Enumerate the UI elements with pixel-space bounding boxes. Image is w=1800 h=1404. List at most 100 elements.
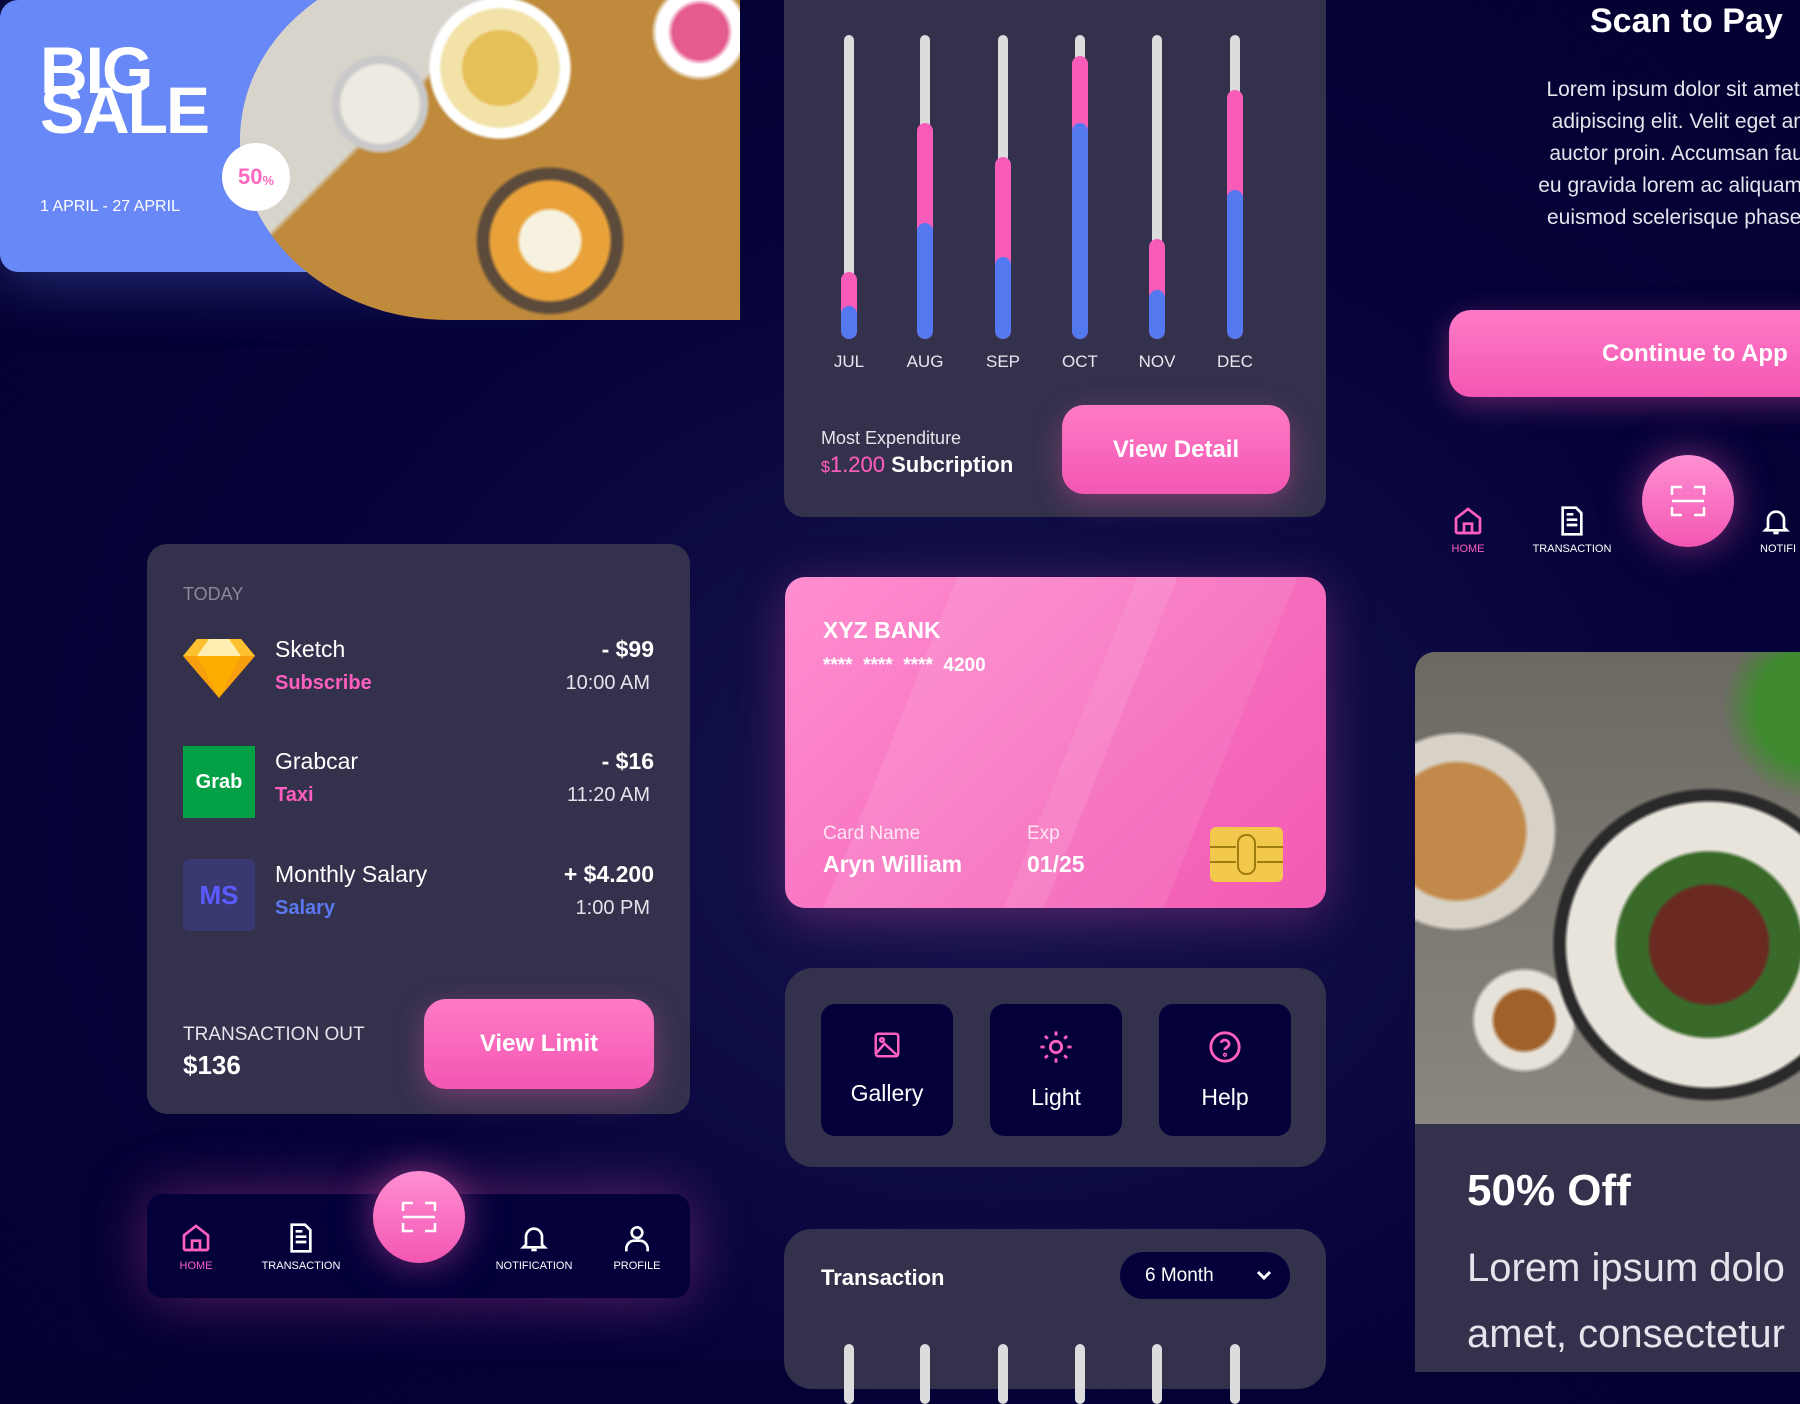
transaction-amount: - $99 (601, 636, 654, 662)
help-label: Help (1201, 1084, 1249, 1110)
transaction-name: Monthly Salary (275, 861, 428, 887)
card-number: **** **** **** 4200 (823, 655, 986, 676)
gallery-button[interactable]: Gallery (821, 1004, 953, 1136)
nav-label: NOTIFICATION (495, 1260, 573, 1272)
description-line: adipiscing elit. Velit eget amet (1551, 110, 1800, 133)
document-icon (1561, 506, 1583, 536)
food-photo (1415, 652, 1800, 1124)
month-label: NOV (1138, 352, 1176, 371)
transaction-time: 10:00 AM (565, 672, 650, 694)
view-detail-button[interactable]: View Detail (1062, 405, 1290, 494)
month-label: JUL (833, 352, 865, 371)
light-button[interactable]: Light (990, 1004, 1122, 1136)
transaction-amount: - $16 (601, 748, 654, 774)
card-name-label: Card Name (823, 823, 921, 844)
nav-label: NOTIFI (1760, 543, 1797, 555)
food-photo (240, 0, 740, 320)
expenditure-chart-card: JUL AUG SEP OCT NOV DEC Most Expenditure $1.2… (784, 0, 1326, 517)
ms-avatar-icon: MS (183, 859, 255, 931)
discount-badge: 50% (222, 143, 290, 211)
transaction-row[interactable]: Sketch Subscribe - $99 10:00 AM (183, 634, 654, 706)
bar-nov-segment-0[interactable] (1149, 290, 1165, 339)
transaction-category: Taxi (275, 784, 314, 806)
promo-title-line2: SALE (40, 73, 210, 147)
bar-dec-segment-0[interactable] (1227, 190, 1243, 339)
bank-card[interactable]: XYZ BANK **** **** **** 4200 Card Name A… (785, 577, 1326, 908)
scan-button[interactable] (373, 1171, 465, 1263)
chip-icon (1210, 827, 1283, 882)
sun-icon (1040, 1031, 1072, 1063)
transaction-bar-track (998, 1344, 1008, 1404)
big-sale-banner[interactable]: BIG SALE 50% 1 APRIL - 27 APRIL (0, 0, 740, 320)
offer-card[interactable]: 50% Off Lorem ipsum dolo amet, consectet… (1415, 652, 1800, 1372)
description-line: eu gravida lorem ac aliquam sap (1538, 174, 1800, 197)
user-icon (625, 1226, 649, 1252)
scan-icon (401, 1201, 437, 1233)
discount-unit: % (262, 172, 275, 188)
nav-notification[interactable]: NOTIFICATION (484, 1222, 584, 1272)
home-icon (1454, 507, 1482, 535)
sketch-logo-icon (183, 639, 255, 698)
nav-transaction[interactable]: TRANSACTION (251, 1222, 351, 1272)
month-label: SEP (985, 352, 1021, 371)
transaction-amount: + $4.200 (563, 861, 654, 887)
scan-icon (1670, 485, 1706, 517)
bar-jul-segment-0[interactable] (841, 305, 857, 339)
nav-label: TRANSACTION (261, 1260, 341, 1272)
month-label: AUG (906, 352, 944, 371)
nav-label: HOME (179, 1260, 213, 1272)
scan-to-pay-screen: Scan to Pay Lorem ipsum dolor sit amet, … (1440, 0, 1800, 600)
transaction-row[interactable]: MS Monthly Salary Salary + $4.200 1:00 P… (183, 859, 654, 931)
transaction-title: Transaction (821, 1265, 945, 1290)
today-transactions-card: TODAY Sketch Subscribe - $99 10:00 AM Gr… (147, 544, 690, 1114)
transaction-out-label: TRANSACTION OUT (183, 1024, 365, 1045)
description-line: euismod scelerisque phasellus (1547, 206, 1800, 229)
continue-to-app-button[interactable]: Continue to App (1449, 310, 1800, 397)
transaction-name: Sketch (275, 636, 346, 662)
nav-label: TRANSACTION (1532, 543, 1612, 555)
bottom-nav-bar: HOME TRANSACTION NOTIFICATION PROFILE (146, 1171, 690, 1298)
nav-label: HOME (1451, 543, 1485, 555)
offer-text-line: Lorem ipsum dolo (1467, 1246, 1785, 1290)
currency-symbol: $ (821, 459, 830, 476)
bar-sep-segment-0[interactable] (995, 256, 1011, 339)
scan-button[interactable] (1642, 455, 1734, 547)
bell-icon (520, 1227, 548, 1252)
nav-profile[interactable]: PROFILE (587, 1222, 687, 1272)
today-heading: TODAY (183, 584, 244, 604)
nav-home[interactable]: HOME (1418, 505, 1518, 555)
nav-home[interactable]: HOME (146, 1222, 246, 1272)
promo-dates: 1 APRIL - 27 APRIL (40, 198, 180, 215)
period-dropdown[interactable]: 6 Month (1120, 1252, 1290, 1299)
light-label: Light (1031, 1084, 1081, 1110)
expenditure-category: Subcription (891, 452, 1014, 477)
card-holder-name: Aryn William (823, 851, 963, 877)
view-limit-button[interactable]: View Limit (424, 999, 654, 1089)
offer-text-line: amet, consectetur (1467, 1312, 1785, 1356)
transaction-out-value: $136 (183, 1050, 241, 1080)
description-line: Lorem ipsum dolor sit amet, co (1546, 78, 1800, 101)
nav-transaction[interactable]: TRANSACTION (1522, 505, 1622, 555)
most-expenditure-value: $1.200 $1.200 Subcription (821, 452, 1013, 478)
period-value: 6 Month (1145, 1264, 1214, 1286)
gallery-label: Gallery (850, 1080, 924, 1106)
transaction-name: Grabcar (275, 748, 359, 774)
image-icon (874, 1032, 900, 1058)
transaction-category: Salary (275, 897, 336, 919)
help-button[interactable]: Help (1159, 1004, 1291, 1136)
chevron-down-icon (1256, 1270, 1272, 1281)
nav-notification[interactable]: NOTIFI (1740, 505, 1800, 555)
transaction-category: Subscribe (275, 672, 372, 694)
quick-actions-card: Gallery Light Help (785, 968, 1326, 1167)
month-label: DEC (1217, 352, 1253, 371)
transaction-bar-track (1075, 1344, 1085, 1404)
month-label: OCT (1062, 352, 1098, 371)
expenditure-amount-parts: $1.200 (821, 452, 885, 478)
bar-oct-segment-0[interactable] (1072, 123, 1088, 339)
expenditure-amount: 1.200 (829, 452, 885, 477)
scan-description: Lorem ipsum dolor sit amet, co adipiscin… (1470, 74, 1800, 234)
transaction-bar-track (920, 1344, 930, 1404)
bank-name: XYZ BANK (823, 617, 941, 643)
transaction-row[interactable]: Grab Grabcar Taxi - $16 11:20 AM (183, 746, 654, 818)
bar-aug-segment-0[interactable] (917, 223, 933, 339)
